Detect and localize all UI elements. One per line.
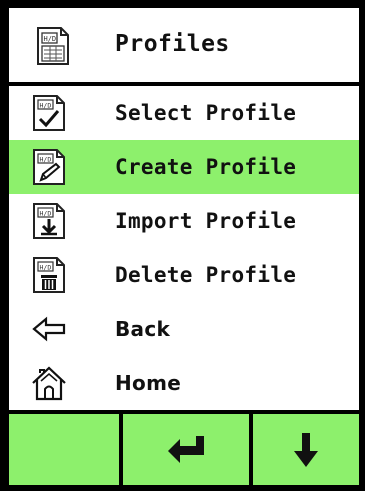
menu-item-delete-profile[interactable]: H/D Delete Profile	[9, 248, 359, 302]
header: H/D Profiles	[9, 8, 359, 86]
menu-item-label: Select Profile	[115, 101, 297, 125]
empty-softkey[interactable]	[9, 414, 123, 485]
svg-text:H/D: H/D	[44, 35, 57, 43]
menu-item-label: Delete Profile	[115, 263, 297, 287]
menu-item-create-profile[interactable]: H/D Create Profile	[9, 140, 359, 194]
profiles-screen: H/D Profiles H/D Select Profile H/D Crea…	[0, 0, 365, 491]
profile-pencil-icon: H/D	[33, 149, 65, 185]
profile-checkmark-icon: H/D	[33, 95, 65, 131]
menu-item-label: Import Profile	[115, 209, 297, 233]
down-button[interactable]	[253, 414, 359, 485]
enter-button[interactable]	[123, 414, 253, 485]
menu-item-label: Create Profile	[115, 155, 297, 179]
svg-text:H/D: H/D	[40, 210, 52, 218]
softkey-bar	[9, 410, 359, 485]
menu-item-back[interactable]: Back	[9, 302, 359, 356]
svg-text:H/D: H/D	[40, 156, 52, 164]
menu-item-home[interactable]: Home	[9, 356, 359, 410]
profile-import-icon: H/D	[33, 203, 65, 239]
svg-text:H/D: H/D	[40, 102, 52, 110]
menu-item-select-profile[interactable]: H/D Select Profile	[9, 86, 359, 140]
menu-item-label: Back	[115, 317, 171, 341]
menu-item-label: Home	[115, 371, 182, 395]
page-title: Profiles	[115, 31, 230, 57]
home-icon	[32, 366, 66, 401]
down-arrow-icon	[294, 432, 318, 467]
profile-trash-icon: H/D	[33, 257, 65, 293]
bezel-bottom	[0, 485, 365, 491]
profile-menu: H/D Select Profile H/D Create Profile H/…	[9, 86, 359, 410]
enter-arrow-icon	[168, 435, 204, 463]
bezel-right	[359, 0, 365, 491]
menu-item-import-profile[interactable]: H/D Import Profile	[9, 194, 359, 248]
bezel-left	[0, 0, 9, 491]
profile-document-icon: H/D	[37, 27, 69, 65]
svg-text:H/D: H/D	[40, 264, 52, 272]
bezel-top	[0, 0, 365, 8]
back-arrow-icon	[32, 316, 66, 342]
